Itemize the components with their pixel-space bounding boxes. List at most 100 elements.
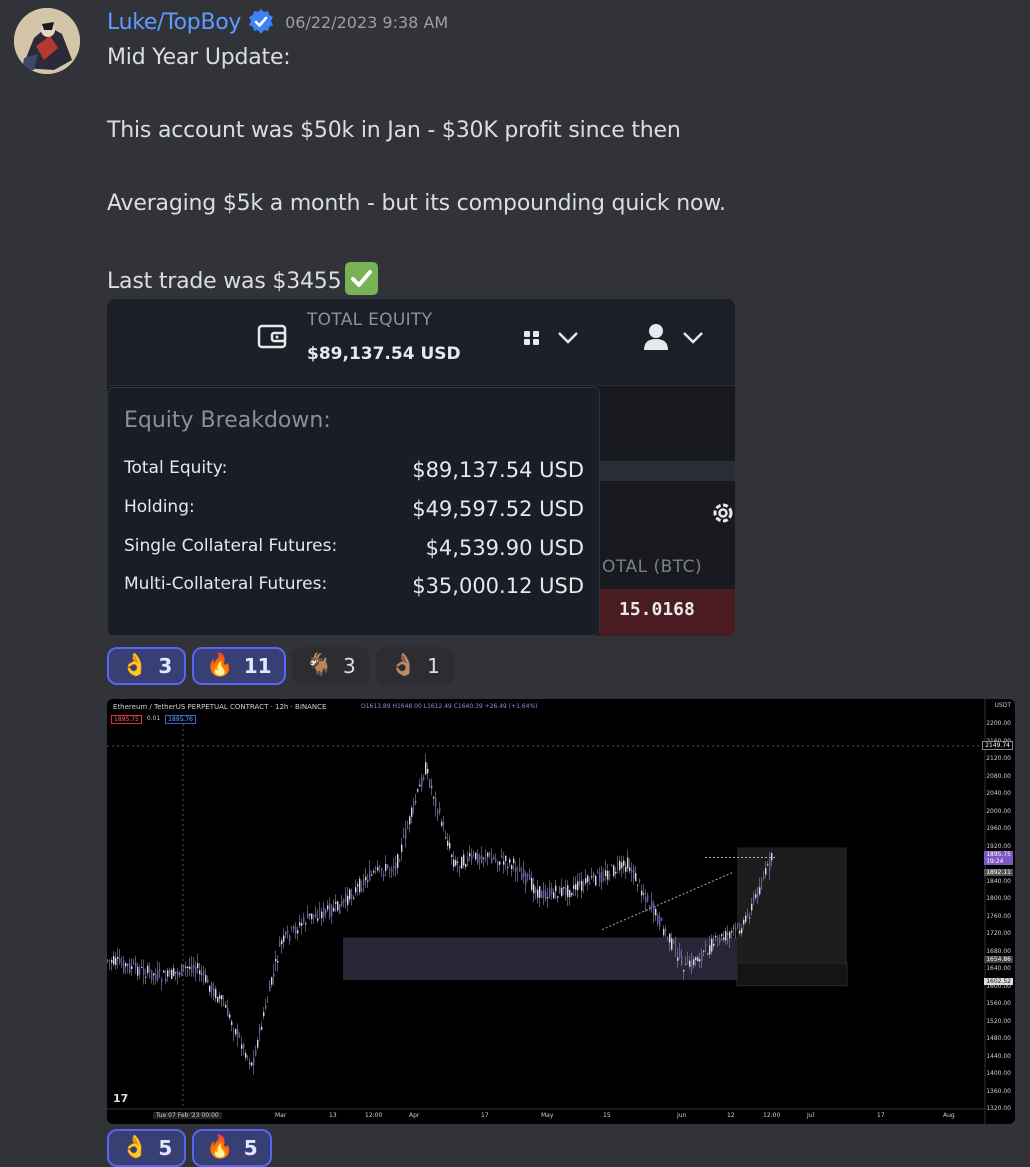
candle-body: [463, 854, 465, 866]
candle-body: [555, 885, 557, 892]
candle-body: [325, 909, 327, 914]
candle-body: [429, 779, 431, 787]
candle-body: [673, 940, 675, 943]
candle-body: [249, 1063, 251, 1065]
candle-body: [653, 903, 655, 916]
candle-body: [689, 960, 691, 967]
candle-body: [233, 1031, 235, 1033]
marker-price-badge: 2149.74: [982, 741, 1013, 750]
fire-emoji-icon: 🔥: [206, 653, 234, 678]
candle-body: [529, 875, 531, 881]
candle-body: [403, 835, 405, 838]
candle-body: [243, 1043, 245, 1049]
price-chart-screenshot[interactable]: Ethereum / TetherUS PERPETUAL CONTRACT ·…: [107, 699, 1015, 1124]
candle-body: [359, 878, 361, 893]
candle-body: [761, 885, 763, 888]
user-icon[interactable]: [643, 323, 669, 351]
candle-body: [543, 889, 545, 899]
reaction-ok-hand-medium[interactable]: 👌🏽 1: [375, 647, 454, 685]
candle-body: [655, 908, 657, 916]
candle-body: [177, 971, 179, 976]
message-header: Luke/TopBoy 06/22/2023 9:38 AM: [107, 6, 448, 38]
candle-body: [693, 959, 695, 966]
candle-body: [727, 933, 729, 935]
candle-body: [679, 951, 681, 958]
candle-body: [169, 969, 171, 974]
candle-body: [741, 928, 743, 934]
candle-body: [513, 858, 515, 864]
candle-body: [453, 859, 455, 867]
candle-body: [489, 853, 491, 856]
candle-body: [439, 807, 441, 813]
candle-body: [569, 889, 571, 898]
candle-body: [525, 873, 527, 885]
candle-body: [425, 762, 427, 775]
candle-body: [623, 860, 625, 866]
candle-body: [517, 874, 519, 876]
y-tick-label: 1320.00: [986, 1105, 1011, 1112]
candle-body: [523, 868, 525, 877]
candle-body: [343, 899, 345, 903]
candle-body: [721, 934, 723, 937]
candle-body: [431, 786, 433, 788]
candle-body: [185, 966, 187, 968]
candle-body: [277, 961, 279, 963]
candle-body: [153, 973, 155, 976]
equity-screenshot[interactable]: TOTAL EQUITY $89,137.54 USD OTAL (BTC) 1…: [107, 299, 735, 636]
candle-body: [157, 970, 159, 980]
reaction-ok-hand[interactable]: 👌 5: [107, 1129, 187, 1167]
chevron-down-icon[interactable]: [557, 331, 579, 345]
gear-icon[interactable]: [710, 499, 735, 527]
candle-body: [329, 903, 331, 918]
candle-body: [577, 881, 579, 891]
candle-body: [687, 960, 689, 964]
candle-body: [631, 869, 633, 873]
candle-body: [559, 887, 561, 894]
candle-body: [593, 872, 595, 878]
y-tick-label: 1960.00: [986, 825, 1011, 832]
candle-body: [545, 891, 547, 900]
trend-line: [601, 872, 733, 931]
username[interactable]: Luke/TopBoy: [107, 10, 241, 35]
user-avatar[interactable]: [14, 8, 80, 74]
candle-body: [253, 1057, 255, 1066]
candle-body: [137, 966, 139, 976]
reaction-ok-hand[interactable]: 👌 3: [107, 647, 187, 685]
candle-body: [189, 966, 191, 970]
candle-body: [541, 891, 543, 899]
candle-body: [209, 985, 211, 992]
candle-body: [557, 896, 559, 898]
candle-body: [479, 856, 481, 860]
candle-body: [771, 853, 773, 861]
axis-currency[interactable]: USDT: [995, 702, 1012, 709]
y-tick-label: 2040.00: [986, 790, 1011, 797]
candle-body: [443, 822, 445, 825]
candle-body: [755, 894, 757, 898]
candle-body: [519, 867, 521, 872]
candle-body: [147, 965, 149, 974]
level-badge: 1892.11: [984, 869, 1013, 876]
candle-body: [765, 868, 767, 875]
candle-body: [471, 855, 473, 860]
ok-hand-emoji-icon: 👌: [121, 1135, 149, 1160]
y-tick-label: 2200.00: [986, 720, 1011, 727]
x-tick-label: 12:00: [763, 1112, 781, 1119]
candle-body: [319, 910, 321, 912]
x-tick-label: 17: [877, 1112, 885, 1119]
chevron-down-icon[interactable]: [682, 331, 704, 345]
candle-body: [259, 1027, 261, 1032]
candle-body: [711, 938, 713, 952]
chart-ohlc: O1613.89 H1648.00 L1612.49 C1640.39 +26.…: [361, 703, 538, 710]
apps-grid-icon[interactable]: [523, 329, 541, 347]
candle-body: [247, 1056, 249, 1058]
reaction-goat[interactable]: 🐐 3: [291, 647, 370, 685]
candle-body: [385, 864, 387, 871]
candle-body: [619, 860, 621, 871]
reaction-fire[interactable]: 🔥 11: [192, 647, 286, 685]
reaction-fire[interactable]: 🔥 5: [192, 1129, 272, 1167]
total-equity-label: TOTAL EQUITY: [307, 310, 433, 330]
candle-body: [605, 870, 607, 877]
candle-body: [719, 938, 721, 944]
candle-body: [685, 963, 687, 965]
y-tick-label: 1480.00: [986, 1035, 1011, 1042]
